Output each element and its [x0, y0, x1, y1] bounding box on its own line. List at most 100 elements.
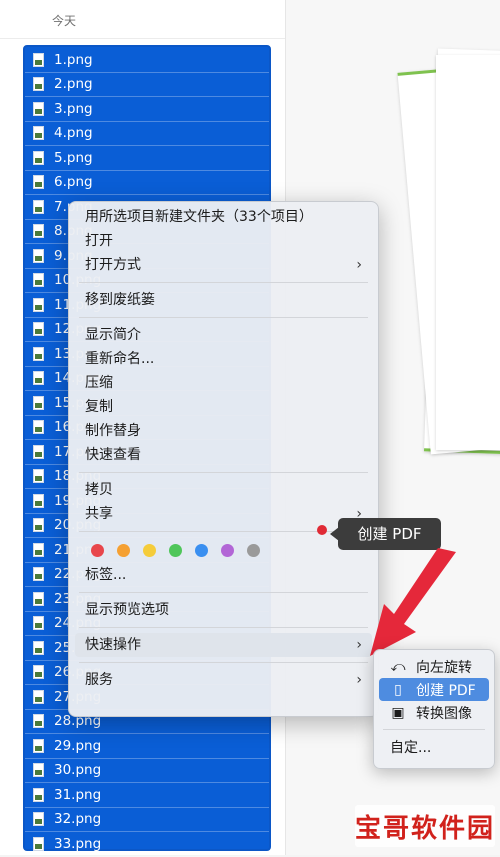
menu-item-compress[interactable]: 压缩 [69, 371, 378, 395]
file-name: 1.png [54, 51, 93, 68]
file-row[interactable]: 6.png [25, 171, 269, 195]
image-file-icon [33, 175, 44, 190]
file-name: 33.png [54, 835, 102, 852]
submenu-item-create-pdf[interactable]: ▯ 创建 PDF [379, 678, 489, 701]
menu-item-duplicate[interactable]: 复制 [69, 395, 378, 419]
image-file-icon [33, 101, 44, 116]
chevron-right-icon: › [356, 637, 362, 653]
menu-item-share[interactable]: 共享 › [69, 502, 378, 526]
menu-item-rename[interactable]: 重新命名... [69, 347, 378, 371]
menu-item-move-to-trash[interactable]: 移到废纸篓 [69, 288, 378, 312]
file-row[interactable]: 4.png [25, 122, 269, 146]
file-row[interactable]: 32.png [25, 808, 269, 832]
menu-divider [79, 282, 368, 283]
menu-item-copy[interactable]: 拷贝 [69, 478, 378, 502]
menu-item-open[interactable]: 打开 [69, 229, 378, 253]
submenu-divider [383, 729, 485, 730]
tag-color-dot[interactable] [169, 543, 182, 557]
file-name: 3.png [54, 100, 93, 117]
menu-divider [79, 592, 368, 593]
header-divider [0, 38, 285, 39]
submenu-item-convert-image[interactable]: ▣ 转换图像 [379, 701, 489, 724]
image-file-icon [33, 591, 44, 606]
document-icon: ▯ [394, 681, 402, 698]
submenu-item-customize[interactable]: 自定... [379, 735, 489, 758]
menu-item-get-info[interactable]: 显示简介 [69, 323, 378, 347]
image-file-icon [33, 689, 44, 704]
rotate-left-icon: ⤺ [390, 658, 406, 675]
image-file-icon [33, 199, 44, 214]
menu-divider [79, 472, 368, 473]
menu-item-show-preview-options[interactable]: 显示预览选项 [69, 598, 378, 622]
file-row[interactable]: 5.png [25, 146, 269, 171]
submenu-item-create-pdf-label: 创建 PDF [416, 682, 476, 699]
highlight-dot [317, 525, 327, 535]
file-name: 2.png [54, 76, 93, 93]
menu-item-services-label: 服务 [85, 672, 113, 688]
tag-color-dot[interactable] [195, 543, 208, 557]
file-row[interactable]: 30.png [25, 759, 269, 783]
image-file-icon [33, 395, 44, 410]
file-row[interactable]: 1.png [25, 48, 269, 73]
menu-item-open-with-label: 打开方式 [85, 257, 141, 273]
file-name: 29.png [54, 737, 102, 754]
image-file-icon [33, 420, 44, 435]
menu-item-tags[interactable]: 标签... [69, 563, 378, 587]
menu-divider [79, 317, 368, 318]
image-file-icon [33, 542, 44, 557]
tag-color-dot[interactable] [247, 543, 260, 557]
create-pdf-callout: 创建 PDF [338, 518, 441, 550]
menu-item-make-alias[interactable]: 制作替身 [69, 419, 378, 443]
menu-divider [79, 627, 368, 628]
image-file-icon [33, 150, 44, 165]
menu-item-open-with[interactable]: 打开方式 › [69, 253, 378, 277]
file-row[interactable]: 31.png [25, 783, 269, 808]
file-row[interactable]: 33.png [25, 832, 269, 857]
image-file-icon [33, 714, 44, 729]
menu-item-quick-actions[interactable]: 快速操作 › [75, 633, 372, 657]
image-file-icon [33, 322, 44, 337]
submenu-item-rotate-left[interactable]: ⤺ 向左旋转 [379, 655, 489, 678]
image-file-icon [33, 469, 44, 484]
file-name: 30.png [54, 762, 102, 779]
image-file-icon [33, 77, 44, 92]
chevron-right-icon: › [356, 257, 362, 273]
file-name: 6.png [54, 174, 93, 191]
tag-color-dot[interactable] [143, 543, 156, 557]
tag-color-dot[interactable] [117, 543, 130, 557]
image-file-icon [33, 640, 44, 655]
image-file-icon [33, 224, 44, 239]
image-icon: ▣ [391, 704, 405, 721]
image-file-icon [33, 493, 44, 508]
image-file-icon [33, 665, 44, 680]
file-row[interactable]: 2.png [25, 73, 269, 97]
tag-color-dot[interactable] [221, 543, 234, 557]
image-file-icon [33, 738, 44, 753]
image-file-icon [33, 297, 44, 312]
chevron-right-icon: › [356, 672, 362, 688]
tag-color-dot[interactable] [91, 543, 104, 557]
image-file-icon [33, 518, 44, 533]
preview-page-front [436, 55, 500, 450]
menu-divider [79, 662, 368, 663]
image-file-icon [33, 787, 44, 802]
menu-item-quick-look[interactable]: 快速查看 [69, 443, 378, 467]
image-file-icon [33, 248, 44, 263]
context-menu: 用所选项目新建文件夹（33个项目） 打开 打开方式 › 移到废纸篓 显示简介 重… [68, 201, 379, 717]
image-file-icon [33, 763, 44, 778]
file-row[interactable]: 3.png [25, 97, 269, 122]
image-file-icon [33, 371, 44, 386]
image-file-icon [33, 812, 44, 827]
file-name: 31.png [54, 786, 102, 803]
menu-item-services[interactable]: 服务 › [69, 668, 378, 692]
watermark-logo: 宝哥软件园 [355, 805, 495, 847]
image-file-icon [33, 836, 44, 851]
image-file-icon [33, 52, 44, 67]
image-file-icon [33, 567, 44, 582]
menu-item-new-folder-with-selection[interactable]: 用所选项目新建文件夹（33个项目） [69, 205, 378, 229]
image-file-icon [33, 126, 44, 141]
submenu-item-convert-image-label: 转换图像 [416, 705, 472, 722]
file-row[interactable]: 29.png [25, 734, 269, 759]
image-file-icon [33, 346, 44, 361]
file-name: 32.png [54, 811, 102, 828]
